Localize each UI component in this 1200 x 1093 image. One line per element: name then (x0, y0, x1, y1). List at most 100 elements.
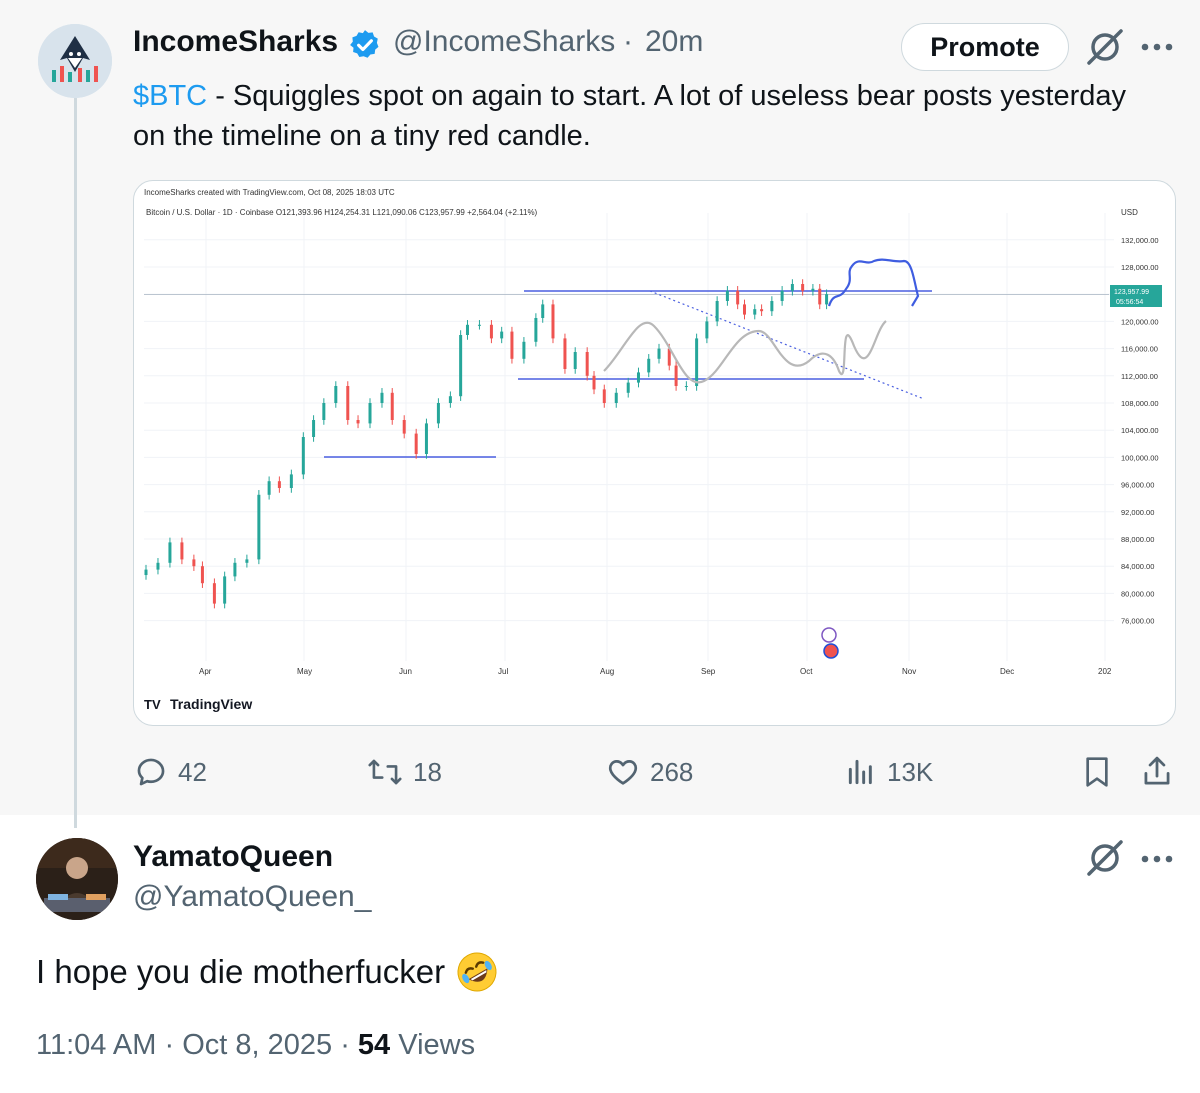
candle-body (500, 331, 504, 339)
candle-body (436, 403, 440, 424)
meta-separator: · (340, 1029, 350, 1061)
candle-body (592, 375, 596, 390)
candle-body (811, 288, 815, 291)
y-tick-label: 104,000.00 (1121, 426, 1159, 435)
post-timestamp[interactable]: 20m (645, 25, 703, 59)
candle-body (636, 372, 640, 383)
candle-body (477, 324, 481, 326)
candle-body (614, 392, 618, 403)
author-name[interactable]: IncomeSharks (133, 25, 338, 59)
candle-body (573, 352, 577, 369)
chart-currency: USD (1121, 208, 1138, 217)
promote-button[interactable]: Promote (901, 23, 1069, 71)
like-button[interactable]: 268 (606, 752, 693, 792)
candle-body (602, 389, 606, 403)
bookmark-icon[interactable] (1081, 754, 1113, 790)
rolling-on-floor-laughing-icon (457, 952, 497, 992)
candle-body (695, 338, 699, 386)
candle-body (770, 301, 774, 312)
y-tick-label: 108,000.00 (1121, 399, 1159, 408)
shark-logo-icon (38, 24, 112, 98)
candle-body (657, 348, 661, 359)
candle-body (180, 542, 184, 560)
candle-body (424, 423, 428, 454)
reply-author-handle[interactable]: @YamatoQueen_ (133, 880, 371, 914)
chart-image[interactable]: IncomeSharks created with TradingView.co… (133, 180, 1176, 726)
post-body: - Squiggles spot on again to start. A lo… (133, 80, 1127, 152)
y-tick-label: 80,000.00 (1121, 589, 1154, 598)
candle-body (790, 284, 794, 291)
y-tick-label: 88,000.00 (1121, 535, 1154, 544)
x-tick-label: May (297, 667, 312, 676)
candle-body (267, 481, 271, 495)
candle-body (736, 290, 740, 305)
y-tick-label: 84,000.00 (1121, 562, 1154, 571)
candle-body (192, 559, 196, 567)
avatar[interactable] (36, 838, 118, 920)
candle-body (245, 559, 249, 563)
post-text: $BTC - Squiggles spot on again to start.… (133, 76, 1133, 156)
price-tag: 123,957.99 05:56:54 (1110, 285, 1162, 307)
author-handle[interactable]: @IncomeSharks (393, 25, 615, 59)
candle-body (402, 420, 406, 434)
y-tick-label: 116,000.00 (1121, 345, 1158, 354)
candle-body (257, 494, 261, 560)
x-tick-label: Dec (1000, 667, 1014, 676)
candle-body (459, 335, 463, 397)
candle-body (705, 321, 709, 339)
grok-icon[interactable] (1085, 838, 1125, 878)
x-tick-label: Nov (902, 667, 916, 676)
candle-body (465, 324, 469, 335)
separator-dot: · (623, 25, 633, 58)
verified-badge-icon[interactable] (348, 28, 382, 62)
candle-body (448, 396, 452, 403)
candle-body (541, 304, 545, 318)
candle-body (626, 382, 630, 393)
candle-body (647, 358, 651, 373)
cashtag-link[interactable]: $BTC (133, 80, 207, 112)
candle-body (144, 569, 148, 576)
repost-button[interactable]: 18 (367, 752, 442, 792)
candle-body (322, 403, 326, 420)
reply-date[interactable]: Oct 8, 2025 (182, 1029, 332, 1061)
reply-view-count: 54 (357, 1029, 391, 1061)
candle-body (356, 420, 360, 424)
avatar[interactable] (38, 24, 112, 98)
views-button[interactable]: 13K (845, 752, 933, 792)
chart-symbol-line: Bitcoin / U.S. Dollar · 1D · Coinbase O1… (146, 208, 538, 217)
more-options-icon[interactable] (1139, 40, 1175, 54)
repost-count: 18 (413, 756, 442, 787)
y-tick-label: 92,000.00 (1121, 508, 1154, 517)
chart-grid (144, 213, 1114, 661)
candle-body (551, 304, 555, 339)
candle-body (760, 309, 764, 312)
meta-separator: · (164, 1029, 175, 1061)
reply-metadata: 11:04 AM · Oct 8, 2025 · 54 Views (36, 1029, 475, 1062)
candle-body (380, 392, 384, 403)
grok-icon[interactable] (1085, 27, 1125, 67)
reply-author-name[interactable]: YamatoQueen (133, 840, 333, 874)
reply-button[interactable]: 42 (134, 752, 207, 792)
candle-body (168, 542, 172, 563)
view-count: 13K (887, 756, 934, 787)
tradingview-logo-icon: TV (144, 697, 161, 712)
tradingview-wordmark: TradingView (170, 696, 252, 712)
support-resistance-lines (144, 290, 1109, 458)
candle-body (223, 576, 227, 604)
candle-body (563, 338, 567, 369)
tradingview-logo: TV TradingView (144, 696, 252, 712)
y-tick-label: 100,000.00 (1121, 453, 1159, 462)
more-options-icon[interactable] (1139, 852, 1175, 866)
candle-body (301, 437, 305, 475)
x-tick-label: Jul (498, 667, 508, 676)
share-icon[interactable] (1140, 754, 1174, 790)
candle-body (289, 474, 293, 488)
candle-body (200, 566, 204, 584)
reply-time[interactable]: 11:04 AM (36, 1029, 156, 1061)
candle-body (346, 386, 350, 420)
candle-body (725, 290, 729, 301)
candle-body (674, 365, 678, 386)
candle-body (534, 318, 538, 342)
original-post[interactable]: IncomeSharks @IncomeSharks · 20m Promote… (0, 0, 1200, 828)
x-tick-label: Apr (199, 667, 212, 676)
